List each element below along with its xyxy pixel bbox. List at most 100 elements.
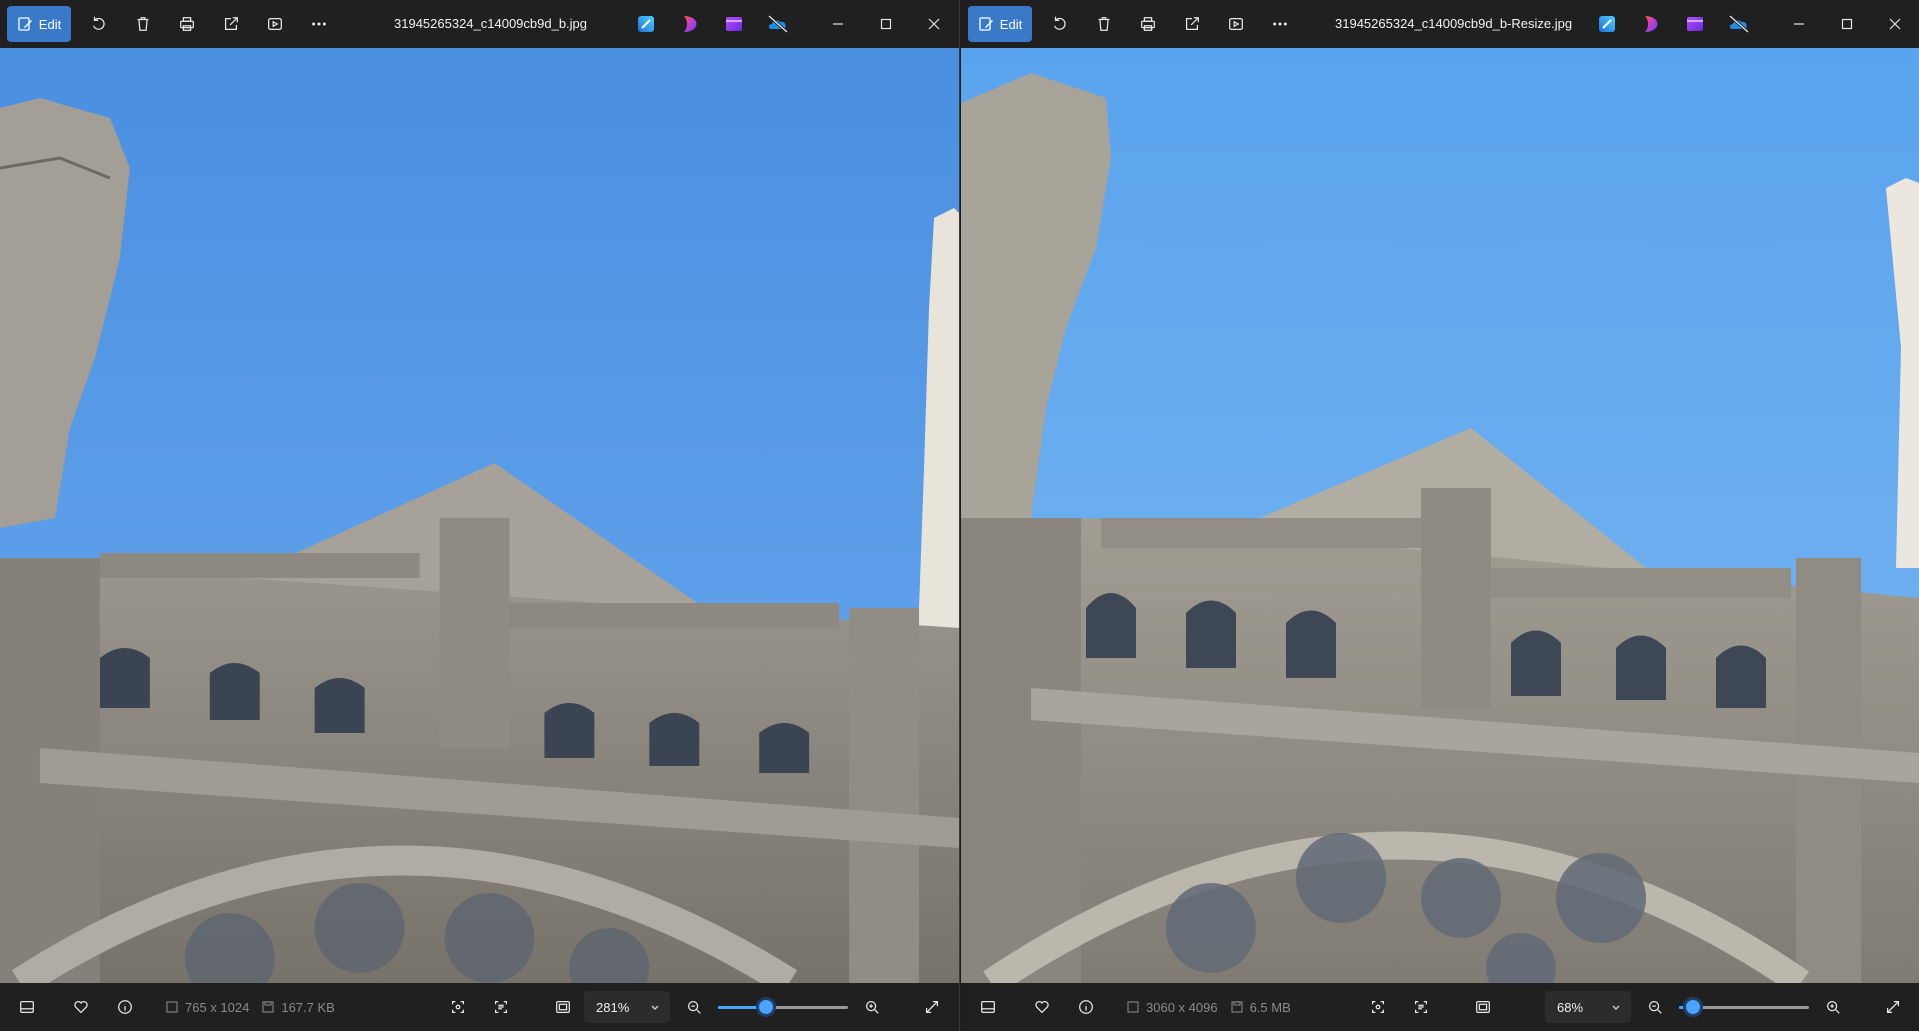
info-button[interactable] — [109, 991, 141, 1023]
rotate-button[interactable] — [1044, 8, 1076, 40]
ocr-button[interactable] — [485, 991, 517, 1023]
info-button[interactable] — [1070, 991, 1102, 1023]
zoom-out-icon — [1648, 1000, 1662, 1014]
title-bar: Edit 31945265324_c14009cb9d_b-Resize.jpg — [961, 0, 1919, 48]
favorite-icon — [74, 1000, 88, 1014]
minimize-button[interactable] — [1775, 0, 1823, 48]
dimensions-value: 765 x 1024 — [185, 999, 250, 1015]
print-icon — [180, 17, 194, 31]
zoom-out-button[interactable] — [678, 991, 710, 1023]
dimensions-value: 3060 x 4096 — [1146, 999, 1218, 1015]
filmstrip-icon — [20, 1000, 34, 1014]
designer-icon[interactable] — [634, 12, 658, 36]
clipchamp-icon[interactable] — [678, 12, 702, 36]
status-bar: 3060 x 4096 6.5 MB 68% — [961, 983, 1919, 1031]
clipchamp-icon[interactable] — [1639, 12, 1663, 36]
chevron-down-icon — [1612, 1005, 1620, 1010]
zoom-slider[interactable] — [1679, 997, 1809, 1017]
share-button[interactable] — [1176, 8, 1208, 40]
print-icon — [1141, 17, 1155, 31]
video-editor-icon[interactable] — [1683, 12, 1707, 36]
delete-button[interactable] — [127, 8, 159, 40]
file-size: 6.5 MB — [1230, 1000, 1291, 1015]
close-icon — [1889, 18, 1901, 30]
save-icon — [262, 1001, 274, 1013]
more-button[interactable] — [1264, 8, 1296, 40]
window-controls — [814, 0, 958, 48]
maximize-icon — [880, 18, 892, 30]
zoom-out-button[interactable] — [1639, 991, 1671, 1023]
window-controls — [1775, 0, 1919, 48]
cathedral-photo — [0, 48, 959, 983]
rotate-icon — [93, 16, 105, 30]
slideshow-icon — [1229, 17, 1243, 31]
rotate-button[interactable] — [83, 8, 115, 40]
image-dimensions: 765 x 1024 — [165, 1000, 249, 1015]
maximize-button[interactable] — [1823, 0, 1871, 48]
more-icon — [1273, 22, 1287, 26]
slideshow-button[interactable] — [259, 8, 291, 40]
video-editor-icon[interactable] — [722, 12, 746, 36]
fullscreen-icon — [925, 1000, 939, 1014]
filmstrip-button[interactable] — [972, 991, 1004, 1023]
actual-size-button[interactable] — [547, 991, 579, 1023]
fit-button[interactable] — [1362, 991, 1394, 1023]
delete-icon — [137, 17, 149, 31]
photos-window-left: Edit 31945265324_c14009cb9d_b.jpg 765 x … — [0, 0, 960, 1031]
zoom-dropdown[interactable]: 68% — [1545, 991, 1631, 1023]
favorite-button[interactable] — [1026, 991, 1058, 1023]
zoom-in-button[interactable] — [1817, 991, 1849, 1023]
chevron-down-icon — [651, 1005, 659, 1010]
designer-icon[interactable] — [1595, 12, 1619, 36]
photo-canvas[interactable] — [0, 48, 959, 983]
edit-button[interactable]: Edit — [7, 6, 71, 42]
info-icon — [1079, 1000, 1093, 1014]
onedrive-icon[interactable] — [766, 12, 790, 36]
ocr-button[interactable] — [1405, 991, 1437, 1023]
actual-size-icon — [1476, 1000, 1490, 1014]
actual-size-button[interactable] — [1467, 991, 1499, 1023]
edit-icon — [18, 17, 32, 31]
close-button[interactable] — [910, 0, 958, 48]
minimize-icon — [1794, 23, 1804, 25]
minimize-button[interactable] — [814, 0, 862, 48]
photo-canvas[interactable] — [961, 48, 1919, 983]
slideshow-icon — [268, 17, 282, 31]
zoom-in-icon — [1826, 1000, 1840, 1014]
app-shortcuts — [1595, 12, 1751, 36]
save-icon — [1230, 1001, 1243, 1013]
window-title: 31945265324_c14009cb9d_b.jpg — [394, 16, 588, 31]
dimensions-icon — [1127, 1001, 1139, 1013]
fit-icon — [1371, 1000, 1385, 1014]
onedrive-icon[interactable] — [1727, 12, 1751, 36]
slider-thumb[interactable] — [759, 1000, 773, 1014]
status-bar: 765 x 1024 167.7 KB 281% — [0, 983, 959, 1031]
fullscreen-icon — [1886, 1000, 1900, 1014]
maximize-icon — [1841, 18, 1853, 30]
zoom-slider[interactable] — [718, 997, 848, 1017]
edit-button[interactable]: Edit — [968, 6, 1032, 42]
image-dimensions: 3060 x 4096 — [1126, 1000, 1218, 1015]
more-button[interactable] — [303, 8, 335, 40]
print-button[interactable] — [171, 8, 203, 40]
share-button[interactable] — [215, 8, 247, 40]
fit-button[interactable] — [442, 991, 474, 1023]
zoom-in-icon — [865, 1000, 879, 1014]
edit-label: Edit — [38, 16, 62, 32]
favorite-button[interactable] — [65, 991, 97, 1023]
print-button[interactable] — [1132, 8, 1164, 40]
zoom-in-button[interactable] — [856, 991, 888, 1023]
slider-thumb[interactable] — [1686, 1000, 1700, 1014]
maximize-button[interactable] — [862, 0, 910, 48]
filmstrip-button[interactable] — [11, 991, 43, 1023]
slideshow-button[interactable] — [1220, 8, 1252, 40]
window-title: 31945265324_c14009cb9d_b-Resize.jpg — [1335, 16, 1573, 31]
zoom-dropdown[interactable]: 281% — [584, 991, 670, 1023]
close-button[interactable] — [1871, 0, 1919, 48]
ocr-icon — [1414, 1000, 1428, 1014]
delete-button[interactable] — [1088, 8, 1120, 40]
zoom-value: 68% — [1557, 999, 1584, 1015]
fullscreen-button[interactable] — [916, 991, 948, 1023]
share-icon — [1185, 17, 1199, 31]
fullscreen-button[interactable] — [1877, 991, 1909, 1023]
